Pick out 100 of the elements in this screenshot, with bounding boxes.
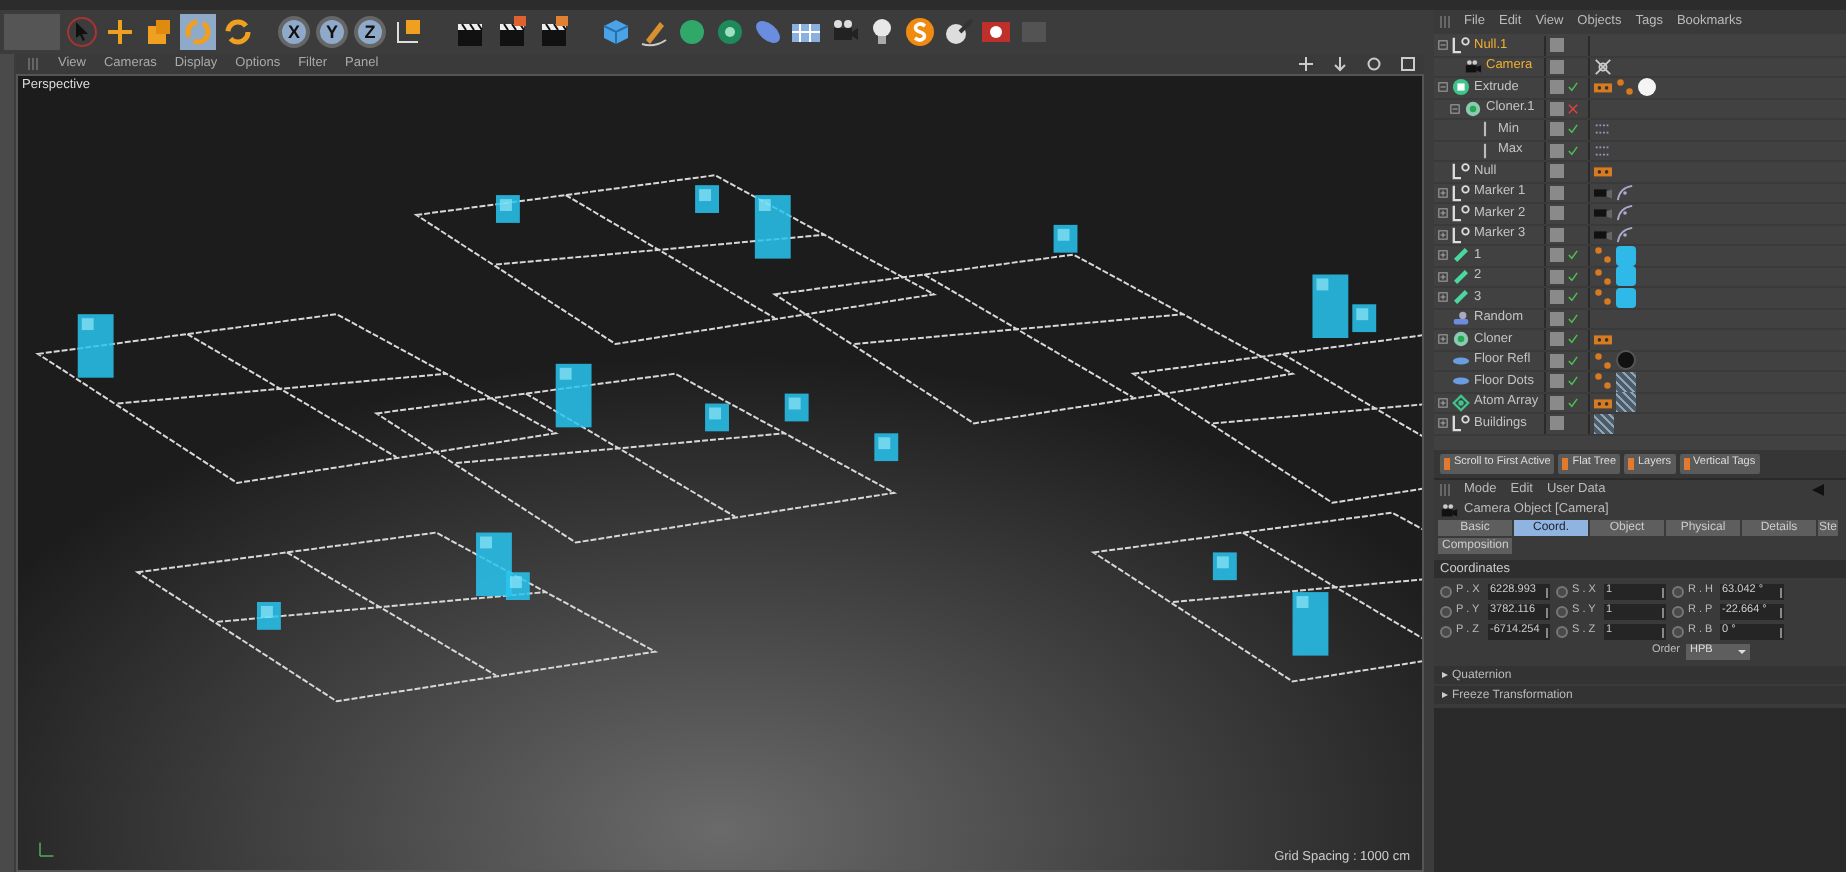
check-icon[interactable] xyxy=(1568,334,1578,345)
layer-swatch[interactable] xyxy=(1550,332,1564,347)
expand-toggle-icon[interactable] xyxy=(1438,208,1448,219)
rotate-icon[interactable] xyxy=(222,16,254,48)
phong-tag-icon xyxy=(1594,393,1612,412)
camera-tag-icon xyxy=(1594,225,1612,244)
dice-icon xyxy=(1452,309,1470,328)
points-tag-icon xyxy=(1594,141,1612,160)
move-view-icon[interactable] xyxy=(1298,56,1314,72)
dots-tag-icon xyxy=(1594,351,1612,370)
material-swatch xyxy=(1616,245,1636,266)
material-swatch xyxy=(1616,266,1636,287)
layer-swatch[interactable] xyxy=(1550,395,1564,410)
layer-swatch[interactable] xyxy=(1550,248,1564,263)
axis-lock-button[interactable]: X xyxy=(278,16,310,48)
cloner-icon xyxy=(1452,330,1470,349)
expand-toggle-icon[interactable] xyxy=(1438,292,1448,303)
check-icon[interactable] xyxy=(1568,397,1578,408)
points-tag-icon xyxy=(1594,120,1612,139)
cross-icon[interactable] xyxy=(1568,103,1578,114)
expand-toggle-icon[interactable] xyxy=(1438,229,1448,240)
camera-icon xyxy=(1440,501,1458,519)
coordinate-system-icon[interactable] xyxy=(392,16,424,48)
layer-swatch[interactable] xyxy=(1550,143,1564,158)
render-icon[interactable] xyxy=(980,16,1012,48)
check-icon[interactable] xyxy=(1568,271,1578,282)
null-icon xyxy=(1452,414,1470,433)
rotate-view-icon[interactable] xyxy=(1366,56,1382,72)
expand-toggle-icon[interactable] xyxy=(1438,271,1448,282)
layer-swatch[interactable] xyxy=(1550,290,1564,305)
zoom-view-icon[interactable] xyxy=(1332,56,1348,72)
flower-icon[interactable] xyxy=(714,16,746,48)
expand-toggle-icon[interactable] xyxy=(1438,397,1448,408)
layer-swatch[interactable] xyxy=(1550,227,1564,242)
layer-swatch[interactable] xyxy=(1550,164,1564,179)
scale-icon[interactable] xyxy=(142,16,174,48)
collapse-toggle-icon[interactable] xyxy=(1438,40,1448,51)
expand-arrow-icon xyxy=(1442,672,1448,678)
maximize-icon[interactable] xyxy=(1400,56,1416,72)
check-icon[interactable] xyxy=(1568,82,1578,93)
layer-swatch[interactable] xyxy=(1550,353,1564,368)
expand-toggle-icon[interactable] xyxy=(1438,250,1448,261)
layer-swatch[interactable] xyxy=(1550,374,1564,389)
null-icon xyxy=(1452,162,1470,181)
layer-swatch[interactable] xyxy=(1550,59,1564,74)
expand-toggle-icon[interactable] xyxy=(1438,334,1448,345)
layer-swatch[interactable] xyxy=(1550,185,1564,200)
panel-grip-icon[interactable] xyxy=(28,58,40,70)
expand-toggle-icon[interactable] xyxy=(1438,187,1448,198)
layer-swatch[interactable] xyxy=(1550,206,1564,221)
check-icon[interactable] xyxy=(1568,124,1578,135)
layer-swatch[interactable] xyxy=(1550,80,1564,95)
curve-tag-icon xyxy=(1616,225,1634,244)
material-swatch xyxy=(1616,287,1636,308)
layer-swatch[interactable] xyxy=(1550,38,1564,53)
layer-swatch[interactable] xyxy=(1550,416,1564,431)
layer-swatch[interactable] xyxy=(1550,122,1564,137)
panel-grip-icon[interactable] xyxy=(1440,16,1450,28)
check-icon[interactable] xyxy=(1568,355,1578,366)
panel-grip-icon[interactable] xyxy=(1440,484,1450,496)
collapse-toggle-icon[interactable] xyxy=(1450,103,1460,114)
dots-tag-icon xyxy=(1594,372,1612,391)
layer-swatch[interactable] xyxy=(1550,269,1564,284)
check-icon[interactable] xyxy=(1568,292,1578,303)
axis-lock-button[interactable]: Z xyxy=(354,16,386,48)
clapper-icon[interactable] xyxy=(494,16,530,48)
clapper-icon[interactable] xyxy=(536,16,572,48)
phong-tag-icon xyxy=(1594,78,1612,97)
extrude-icon xyxy=(1452,78,1470,97)
layer-swatch[interactable] xyxy=(1550,311,1564,326)
toggle-icon xyxy=(1444,458,1450,470)
null-icon xyxy=(1452,204,1470,223)
expand-toggle-icon[interactable] xyxy=(1438,418,1448,429)
sphere-icon[interactable] xyxy=(676,16,708,48)
axis-gizmo-icon xyxy=(34,838,58,862)
layer-swatch[interactable] xyxy=(1550,101,1564,116)
check-icon[interactable] xyxy=(1568,145,1578,156)
phong-tag-icon xyxy=(1594,330,1612,349)
cursor-icon[interactable] xyxy=(66,16,98,48)
camera-tag-icon xyxy=(1594,183,1612,202)
check-icon[interactable] xyxy=(1568,376,1578,387)
cube-icon[interactable] xyxy=(600,16,632,48)
brush-icon[interactable] xyxy=(942,16,974,48)
move-icon[interactable] xyxy=(104,16,136,48)
target-tag-icon xyxy=(1594,57,1612,76)
axis-lock-button[interactable]: Y xyxy=(316,16,348,48)
curve-tag-icon xyxy=(1616,204,1634,223)
toggle-icon xyxy=(1562,458,1569,470)
collapse-toggle-icon[interactable] xyxy=(1438,82,1448,93)
dots-tag-icon xyxy=(1594,288,1612,307)
back-arrow-icon[interactable] xyxy=(1810,482,1826,498)
material-swatch xyxy=(1616,350,1636,371)
atom-icon xyxy=(1452,393,1470,412)
s-icon[interactable] xyxy=(904,16,936,48)
material-swatch xyxy=(1594,413,1614,434)
capsule-icon[interactable] xyxy=(752,16,784,48)
check-icon[interactable] xyxy=(1568,250,1578,261)
cloner-icon xyxy=(1464,99,1482,118)
check-icon[interactable] xyxy=(1568,313,1578,324)
pen-icon[interactable] xyxy=(638,16,670,48)
